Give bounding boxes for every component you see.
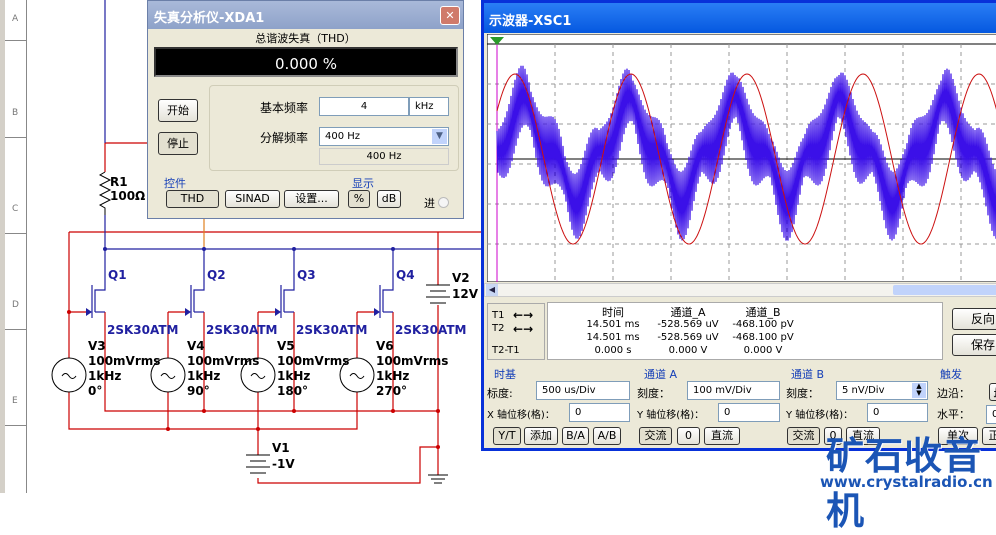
db-button[interactable]: dB — [377, 190, 401, 208]
readout-header: 通道_B — [745, 306, 781, 319]
t2-left-arrow-icon[interactable]: ← — [513, 322, 523, 336]
channel-b-group-label: 通道 B — [791, 368, 825, 381]
scroll-left-icon[interactable]: ◀ — [486, 284, 498, 296]
readout-cell: -528.569 uV — [657, 332, 719, 343]
channel-a-zero-button[interactable]: 0 — [677, 427, 700, 445]
q1-label: Q1 — [108, 268, 127, 282]
watermark-url: www.crystalradio.cn — [820, 473, 993, 491]
controls-group-label: 控件 — [164, 177, 186, 190]
trigger-level-input[interactable]: 0 — [986, 405, 996, 424]
x-position-input[interactable]: 0 — [569, 403, 630, 422]
reverse-button[interactable]: 反向 — [952, 308, 996, 330]
v3-label: V3 100mVrms 1kHz 0° — [88, 339, 161, 398]
q1-model: 2SK30ATM — [107, 323, 179, 337]
t1-label: T1 — [492, 310, 505, 321]
t2-right-arrow-icon[interactable]: → — [523, 322, 533, 336]
ab-button[interactable]: A/B — [593, 427, 621, 445]
channel-a-ac-button[interactable]: 交流 — [639, 427, 672, 445]
thd-heading: 总谐波失真（THD） — [255, 32, 356, 45]
fundamental-frequency-input[interactable]: 4 — [319, 97, 409, 116]
t2-label: T2 — [492, 323, 505, 334]
edge-rising-button[interactable]: ⨍ — [989, 383, 996, 401]
q3-label: Q3 — [297, 268, 316, 282]
q2-label: Q2 — [207, 268, 226, 282]
settings-button[interactable]: 设置... — [284, 190, 339, 208]
readout-cell: 0.000 V — [743, 345, 783, 356]
input-terminal-label: 进 — [424, 197, 435, 210]
oscilloscope-window: 示波器-XSC1 ◀ T1 T2 T2-T1 ←→ ←→ 时间 通道_A 通道_B 14… — [481, 0, 996, 451]
readout-header: 时间 — [602, 306, 624, 319]
channel-a-dc-button[interactable]: 直流 — [704, 427, 740, 445]
ba-button[interactable]: B/A — [562, 427, 589, 445]
trigger-group-label: 触发 — [940, 368, 962, 381]
t1-right-arrow-icon[interactable]: → — [523, 308, 533, 322]
v4-label: V4 100mVrms 1kHz 90° — [187, 339, 260, 398]
q2-model: 2SK30ATM — [206, 323, 278, 337]
frequency-unit-select[interactable]: kHz — [409, 97, 449, 116]
t2-t1-label: T2-T1 — [492, 345, 520, 356]
scrollbar-thumb[interactable] — [893, 285, 996, 295]
input-terminal-icon[interactable] — [438, 197, 449, 208]
channel-a-y-position-input[interactable]: 0 — [718, 403, 780, 422]
yt-button[interactable]: Y/T — [493, 427, 521, 445]
r1-label: R1 100Ω — [110, 175, 146, 203]
q3-model: 2SK30ATM — [296, 323, 368, 337]
timebase-scale-input[interactable]: 500 us/Div — [536, 381, 630, 400]
v2-label: V2 12V — [452, 271, 478, 301]
v1-label: V1 -1V — [272, 441, 295, 471]
channel-a-scale-input[interactable]: 100 mV/Div — [687, 381, 780, 400]
readout-cell: -468.100 pV — [732, 319, 794, 330]
v5-label: V5 100mVrms 1kHz 180° — [277, 339, 350, 398]
percent-button[interactable]: % — [348, 190, 370, 208]
thd-button[interactable]: THD — [166, 190, 219, 208]
start-button[interactable]: 开始 — [158, 99, 198, 122]
readout-cell: 14.501 ms — [586, 332, 640, 343]
readout-cell: 0.000 V — [668, 345, 708, 356]
readout-cell: 14.501 ms — [586, 319, 640, 330]
readout-cell: 0.000 s — [594, 345, 632, 356]
v6-label: V6 100mVrms 1kHz 270° — [376, 339, 449, 398]
fundamental-frequency-label: 基本频率 — [260, 101, 309, 115]
resolution-frequency-select[interactable]: 400 Hz ▼ — [319, 127, 449, 146]
scope-display[interactable] — [487, 34, 996, 282]
channel-b-y-position-input[interactable]: 0 — [867, 403, 928, 422]
display-group-label: 显示 — [352, 177, 374, 190]
thd-reading: 0.000 % — [154, 47, 458, 77]
channel-b-scale-input[interactable]: 5 nV/Div ▲ ▼ — [836, 381, 928, 400]
ac-source-icon — [51, 357, 87, 393]
t1-left-arrow-icon[interactable]: ← — [513, 308, 523, 322]
horizontal-scrollbar[interactable]: ◀ — [484, 283, 996, 297]
resolution-readout: 400 Hz — [319, 148, 449, 165]
distortion-analyzer-window: 失真分析仪-XDA1 ✕ 总谐波失真（THD） 0.000 % 开始 停止 基本… — [147, 0, 464, 219]
add-button[interactable]: 添加 — [524, 427, 558, 445]
channel-a-group-label: 通道 A — [644, 368, 678, 381]
save-button[interactable]: 保存 — [952, 334, 996, 356]
channel-b-ac-button[interactable]: 交流 — [787, 427, 820, 445]
readout-cell: -468.100 pV — [732, 332, 794, 343]
chevron-down-icon[interactable]: ▼ — [432, 129, 447, 144]
spinner-icon[interactable]: ▲ ▼ — [912, 383, 926, 398]
stop-button[interactable]: 停止 — [158, 132, 198, 155]
close-button[interactable]: ✕ — [440, 6, 460, 25]
sinad-button[interactable]: SINAD — [225, 190, 280, 208]
readout-header: 通道_A — [670, 306, 706, 319]
title-bar[interactable]: 失真分析仪-XDA1 ✕ — [148, 1, 463, 29]
timebase-group-label: 时基 — [494, 368, 516, 381]
readout-cell: -528.569 uV — [657, 319, 719, 330]
resolution-frequency-label: 分解频率 — [260, 131, 309, 145]
q4-label: Q4 — [396, 268, 415, 282]
title-bar[interactable]: 示波器-XSC1 — [484, 3, 996, 33]
cursor-readout: 时间 通道_A 通道_B 14.501 ms -528.569 uV -468.100 p… — [547, 302, 943, 360]
q4-model: 2SK30ATM — [395, 323, 467, 337]
